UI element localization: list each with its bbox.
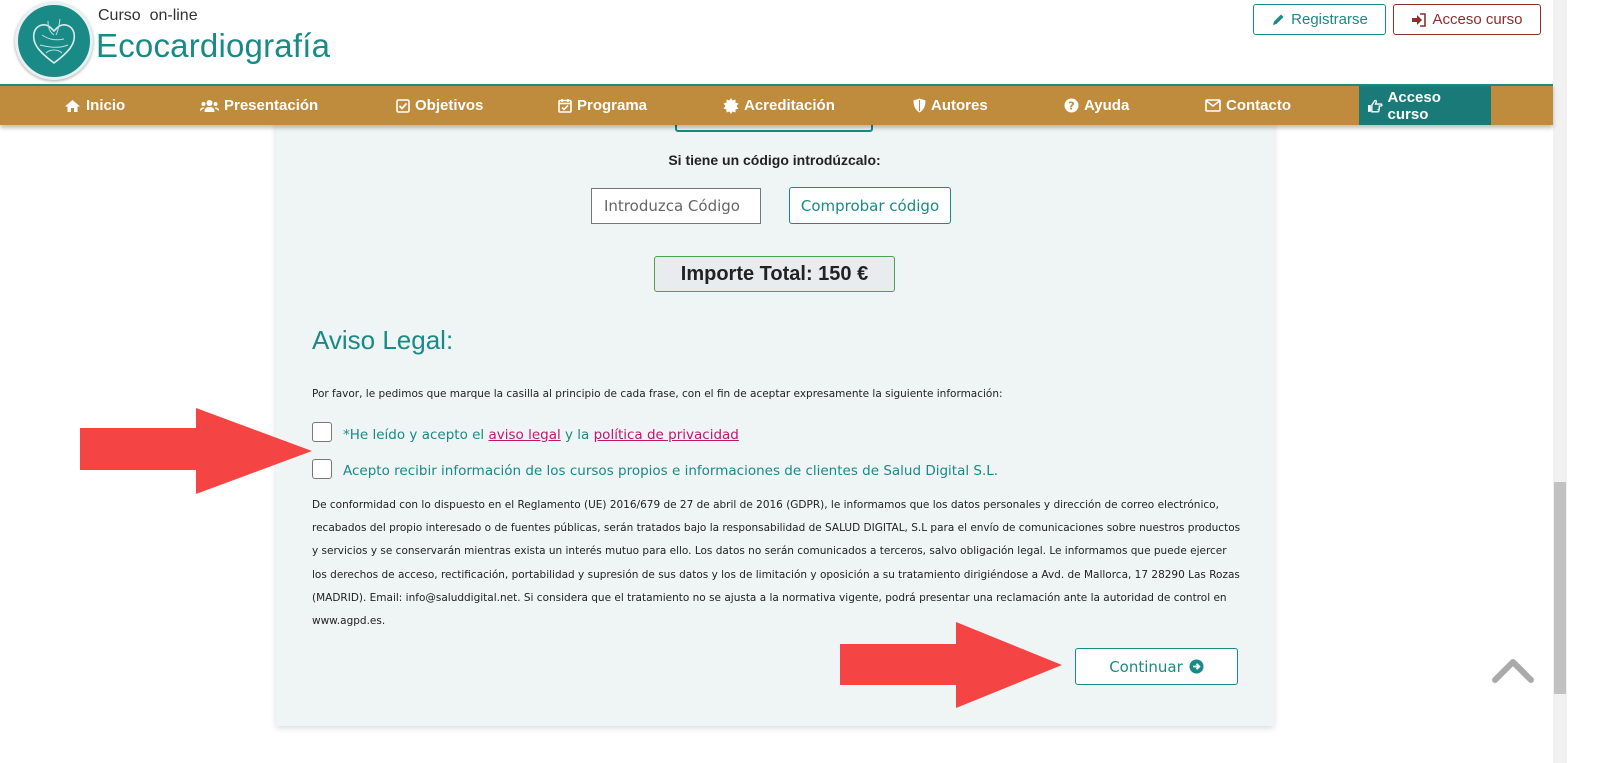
continue-label: Continuar [1109, 657, 1183, 676]
nav-label: Acreditación [744, 97, 835, 114]
accept-marketing-text: Acepto recibir información de los cursos… [343, 463, 999, 479]
nav-item-ayuda[interactable]: ? Ayuda [1064, 86, 1129, 125]
home-icon [65, 99, 80, 112]
svg-text:?: ? [1068, 100, 1074, 113]
code-label: Si tiene un código introdúzcalo: [668, 152, 881, 168]
envelope-icon [1205, 99, 1221, 112]
page-edge [1567, 0, 1599, 763]
legal-notice-link[interactable]: aviso legal [488, 427, 560, 443]
privacy-policy-link[interactable]: política de privacidad [594, 427, 739, 443]
total-amount: Importe Total: 150 € [654, 256, 895, 292]
nav-label: Contacto [1226, 97, 1291, 114]
register-button[interactable]: Registrarse [1253, 4, 1386, 35]
discount-code-input[interactable] [591, 188, 761, 224]
nav-item-acceso-curso[interactable]: Acceso curso [1359, 86, 1491, 125]
nav-item-contacto[interactable]: Contacto [1205, 86, 1291, 125]
annotation-arrow-continue [840, 622, 1062, 708]
access-course-button[interactable]: Acceso curso [1393, 4, 1541, 35]
check-square-icon [396, 98, 410, 113]
access-course-label: Acceso curso [1432, 11, 1523, 28]
shield-icon [913, 98, 926, 113]
brand-title[interactable]: Ecocardiografía [96, 27, 330, 65]
scrollbar-thumb[interactable] [1554, 482, 1566, 694]
register-label: Registrarse [1291, 11, 1368, 28]
continue-button[interactable]: Continuar [1075, 648, 1238, 685]
nav-label: Ayuda [1084, 97, 1130, 114]
nav-item-acreditacion[interactable]: Acreditación [723, 86, 835, 125]
question-circle-icon: ? [1064, 98, 1079, 113]
users-icon [200, 99, 219, 112]
nav-label: Programa [577, 97, 648, 114]
main-nav: Inicio Presentación Objetivos Programa A… [0, 84, 1553, 125]
nav-label: Objetivos [415, 97, 484, 114]
legal-intro-text: Por favor, le pedimos que marque la casi… [312, 388, 1003, 400]
nav-label: Acceso curso [1387, 88, 1441, 123]
heart-logo-icon[interactable] [15, 2, 93, 80]
nav-item-inicio[interactable]: Inicio [64, 86, 125, 125]
check-code-button[interactable]: Comprobar código [789, 187, 951, 224]
accept-legal-middle: y la [560, 427, 594, 443]
brand-subtitle: Curso on-line [98, 7, 198, 24]
annotation-arrow-checkboxes [80, 408, 312, 494]
nav-item-programa[interactable]: Programa [558, 86, 647, 125]
pencil-icon [1273, 14, 1284, 25]
nav-item-autores[interactable]: Autores [913, 86, 988, 125]
back-to-top-icon[interactable] [1492, 656, 1534, 684]
nav-label: Autores [931, 97, 988, 114]
checkout-panel [276, 120, 1274, 726]
accept-legal-prefix: *He leído y acepto el [343, 427, 489, 443]
hand-point-right-icon [1367, 99, 1383, 113]
calendar-check-icon [558, 99, 572, 113]
legal-notice-title: Aviso Legal: [312, 325, 454, 355]
nav-label: Presentación [224, 97, 319, 114]
nav-label: Inicio [86, 97, 126, 114]
nav-item-objetivos[interactable]: Objetivos [396, 86, 483, 125]
accept-legal-text: *He leído y acepto el aviso legal y la p… [343, 427, 739, 443]
arrow-circle-right-icon [1189, 659, 1204, 674]
site-header: Curso on-line Ecocardiografía Registrars… [0, 0, 1553, 84]
vertical-scrollbar[interactable] [1553, 0, 1567, 763]
sign-in-icon [1412, 12, 1427, 27]
certificate-icon [723, 97, 739, 114]
gdpr-notice: De conformidad con lo dispuesto en el Re… [312, 499, 1241, 628]
nav-item-presentacion[interactable]: Presentación [200, 86, 318, 125]
